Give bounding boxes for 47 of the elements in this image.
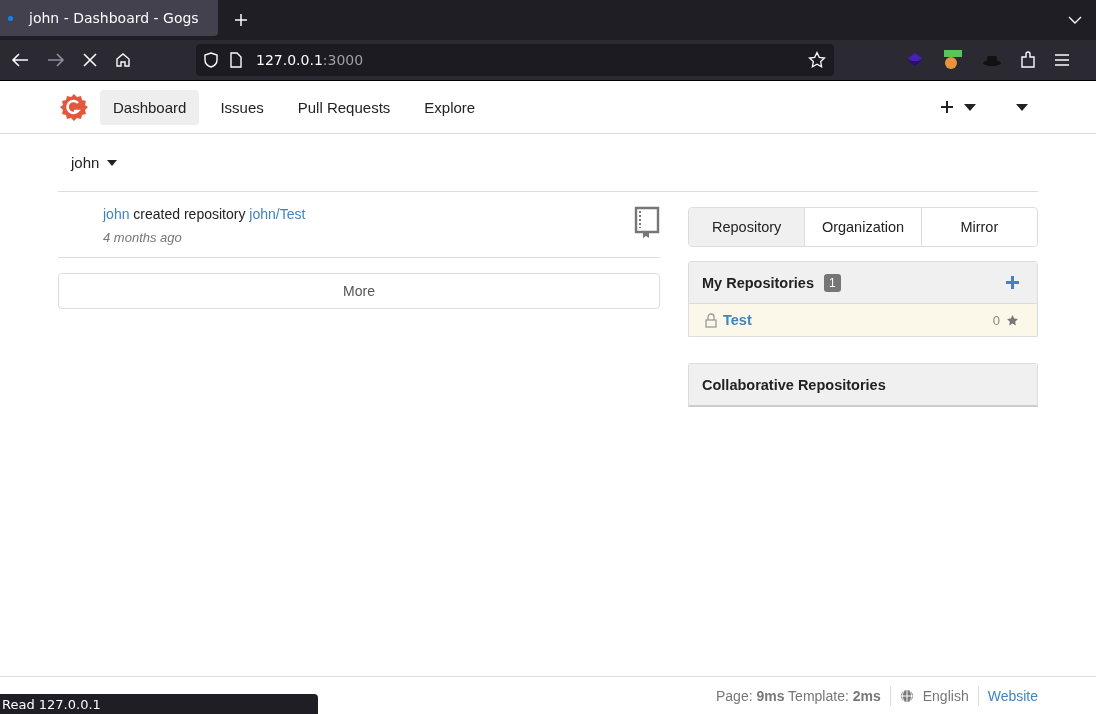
nav-item[interactable]: Explore <box>411 89 489 125</box>
repository-link[interactable]: john/Test <box>249 206 306 222</box>
puzzle-icon[interactable] <box>1020 51 1036 69</box>
caret-icon[interactable] <box>964 103 976 111</box>
loading-icon <box>8 15 13 21</box>
home-icon[interactable] <box>115 52 131 68</box>
tab[interactable]: Repository <box>689 208 806 246</box>
nav-item[interactable]: Dashboard <box>100 89 200 125</box>
chevron-icon[interactable] <box>1068 16 1082 24</box>
tab[interactable]: Mirror <box>921 208 1037 246</box>
feed-message: john created repository john/Test <box>103 206 306 222</box>
bookmark-star-icon[interactable] <box>808 51 826 69</box>
new-tab-icon[interactable] <box>234 13 248 27</box>
forward-icon[interactable] <box>47 52 65 68</box>
gear-logo-icon[interactable] <box>60 93 88 121</box>
count-badge: 1 <box>824 273 841 292</box>
star-count: 0 <box>992 312 1000 328</box>
proxy-extension-icon[interactable] <box>942 50 964 70</box>
page-timing: Page: 9ms Template: 2ms <box>715 687 881 704</box>
panel-title: My Repositories <box>702 274 814 291</box>
status-tooltip: Read 127.0.0.1 <box>0 694 318 714</box>
shield-icon <box>204 52 218 68</box>
back-icon[interactable] <box>11 52 29 68</box>
tab-title: john - Dashboard - Gogs <box>29 10 199 26</box>
feed-time: 4 months ago <box>103 230 183 245</box>
star-icon <box>1006 313 1019 327</box>
caret-icon <box>107 159 118 166</box>
more-button[interactable]: More <box>58 273 660 309</box>
repository-row[interactable]: Test 0 <box>689 303 1037 336</box>
panel-title: Collaborative Repositories <box>702 376 886 393</box>
url-field[interactable]: 127.0.0.1:3000 <box>196 44 834 76</box>
context-user-switcher[interactable]: john <box>71 154 118 171</box>
stop-icon[interactable] <box>83 53 97 67</box>
menu-icon[interactable] <box>1054 53 1070 67</box>
globe-icon[interactable] <box>899 688 914 703</box>
website-link[interactable]: Website <box>987 687 1038 704</box>
book-icon <box>634 206 660 238</box>
repository-link[interactable]: Test <box>723 312 752 328</box>
user-link[interactable]: john <box>103 206 130 222</box>
nav-item[interactable]: Pull Requests <box>284 89 404 125</box>
browser-tab[interactable]: john - Dashboard - Gogs <box>0 0 218 36</box>
tab[interactable]: Organization <box>805 208 922 246</box>
nav-item[interactable]: Issues <box>207 89 277 125</box>
plus-icon[interactable] <box>940 100 954 114</box>
page-icon <box>230 52 242 68</box>
caret-icon[interactable] <box>1016 103 1028 111</box>
language-selector[interactable]: English <box>922 687 969 704</box>
